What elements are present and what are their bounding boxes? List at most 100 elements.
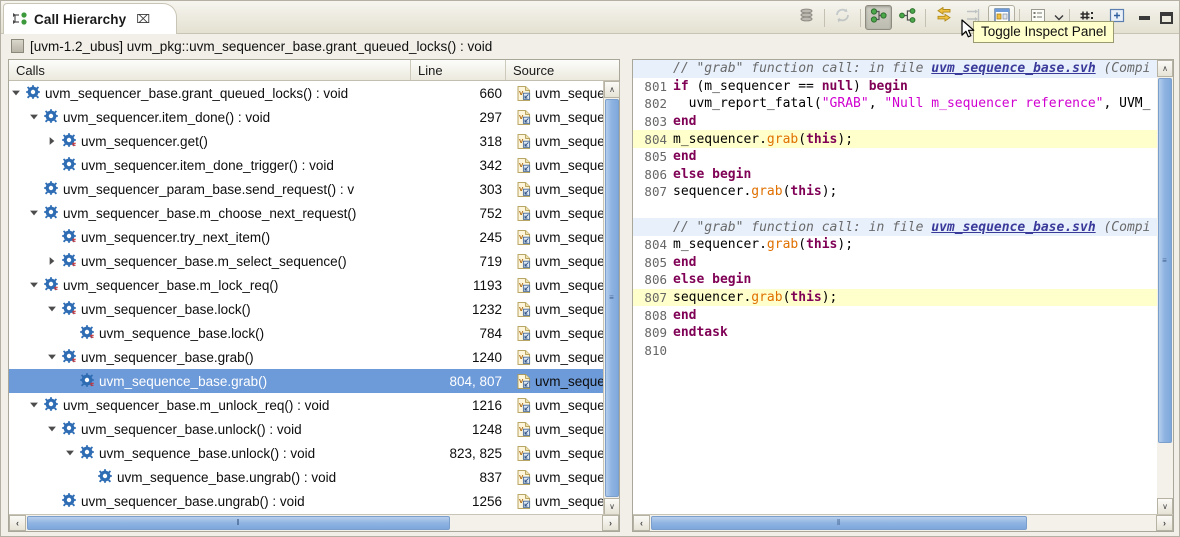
scroll-right-arrow-icon[interactable]: › [602, 515, 619, 531]
call-hierarchy-tree[interactable]: uvm_sequencer_base.grant_queued_locks() … [9, 81, 605, 515]
chevron-down-icon[interactable] [26, 201, 42, 225]
source-file-name: uvm_seque [535, 301, 605, 317]
code-vscroll-thumb[interactable]: ≡ [1158, 78, 1172, 443]
source-file-icon: V [517, 325, 531, 341]
table-row[interactable]: uvm_sequence_base.grab() 804, 807 Vuvm_seq… [9, 369, 605, 393]
tree-item-source: Vuvm_seque [517, 129, 605, 153]
source-file-icon: V [517, 349, 531, 365]
close-icon[interactable]: ⌧ [136, 13, 150, 25]
code-line[interactable]: 802 uvm_report_fatal("GRAB", "Null m_seq… [633, 95, 1158, 113]
line-number: 804 [644, 131, 667, 147]
tree-item-source: Vuvm_seque [517, 489, 605, 513]
call-hierarchy-icon [12, 11, 28, 27]
inspect-code-area[interactable]: // "grab" function call: in file uvm_seq… [633, 60, 1158, 515]
scroll-up-arrow-icon[interactable]: ∧ [604, 81, 620, 98]
tree-item-line: 303 [479, 181, 502, 197]
table-row[interactable]: uvm_sequencer_base.m_unlock_req() : void… [9, 393, 605, 417]
chevron-right-icon[interactable] [44, 129, 60, 153]
toolbar-separator-3 [925, 8, 926, 27]
column-header-source[interactable]: Source [506, 60, 604, 80]
call-hierarchy-view: Call Hierarchy ⌧ [uvm-1.2_ubus] uvm_pkg:… [0, 0, 1180, 537]
chevron-down-icon[interactable] [44, 345, 60, 369]
code-line[interactable]: 806 else begin [633, 271, 1158, 289]
tree-item-label: uvm_sequencer_base.grab() [81, 349, 254, 365]
code-line[interactable]: 807 sequencer.grab(this); [633, 183, 1158, 201]
scroll-down-arrow-icon[interactable]: ∨ [604, 498, 620, 515]
table-row[interactable]: uvm_sequencer_base.m_choose_next_request… [9, 201, 605, 225]
table-row[interactable]: uvm_sequence_base.unlock() : void 823, 82… [9, 441, 605, 465]
code-line[interactable]: 801 if (m_sequencer == null) begin [633, 78, 1158, 96]
code-line[interactable]: 805 end [633, 148, 1158, 166]
column-header-line[interactable]: Line [411, 60, 506, 80]
table-row[interactable]: uvm_sequencer_base.m_lock_req() 1193 Vuvm_… [9, 273, 605, 297]
table-row[interactable]: uvm_sequencer_base.grant_queued_locks() … [9, 81, 605, 105]
column-header-calls[interactable]: Calls [9, 60, 411, 80]
chevron-down-icon[interactable] [26, 273, 42, 297]
table-row[interactable]: uvm_sequencer_base.grab() 1240 Vuvm_seque [9, 345, 605, 369]
source-file-link[interactable]: uvm_sequence_base.svh [931, 61, 1095, 76]
tree-item-label: uvm_sequence_base.lock() [99, 325, 265, 341]
table-row[interactable]: uvm_sequence_base.lock() 784 Vuvm_seque [9, 321, 605, 345]
toolbar-separator-1 [824, 8, 825, 27]
scroll-right-arrow-icon[interactable]: › [1156, 515, 1173, 531]
scroll-left-arrow-icon[interactable]: ‹ [9, 515, 26, 531]
source-file-icon: V [517, 301, 531, 317]
comment-suffix: (Compi [1095, 61, 1151, 77]
show-callees-button[interactable] [894, 5, 921, 30]
chevron-down-icon[interactable] [62, 441, 78, 465]
line-number: 802 [644, 96, 667, 112]
tree-vertical-scrollbar[interactable]: ∧ ≡ ∨ [603, 81, 620, 515]
code-vertical-scrollbar[interactable]: ∧ ≡ ∨ [1157, 60, 1173, 515]
code-line[interactable]: 810 [633, 342, 1158, 360]
chevron-down-icon[interactable] [44, 297, 60, 321]
method-task-icon [62, 133, 77, 148]
table-row[interactable]: uvm_sequence_base.ungrab() : void 837 Vuvm… [9, 465, 605, 489]
table-row[interactable]: uvm_sequencer.try_next_item() 245 Vuvm_seq… [9, 225, 605, 249]
tree-item-line: 804, 807 [449, 373, 502, 389]
code-line[interactable]: 807 sequencer.grab(this); [633, 288, 1158, 307]
code-line[interactable]: 806 else begin [633, 166, 1158, 184]
scroll-left-arrow-icon[interactable]: ‹ [633, 515, 650, 531]
tree-item-line: 318 [479, 133, 502, 149]
table-row[interactable]: uvm_sequencer_base.unlock() : void 1248 Vu… [9, 417, 605, 441]
table-row[interactable]: uvm_sequencer.get() 318 Vuvm_seque [9, 129, 605, 153]
chevron-down-icon[interactable] [26, 393, 42, 417]
code-line[interactable]: 809 endtask [633, 324, 1158, 342]
table-row[interactable]: uvm_sequencer_param_base.send_request() … [9, 177, 605, 201]
code-line[interactable]: 803 end [633, 113, 1158, 131]
tree-vscroll-thumb[interactable]: ≡ [605, 99, 619, 497]
tree-hscroll-thumb[interactable]: ‖ [27, 516, 450, 530]
table-row[interactable]: uvm_sequencer_base.ungrab() : void 1256 Vu… [9, 489, 605, 513]
previous-hierarchy-button[interactable] [930, 5, 957, 30]
minimize-icon[interactable] [1139, 15, 1150, 20]
tree-item-label: uvm_sequencer_base.grant_queued_locks() … [45, 85, 349, 101]
table-row[interactable]: uvm_sequencer.item_done_trigger() : void… [9, 153, 605, 177]
chevron-down-icon[interactable] [26, 105, 42, 129]
show-callers-button[interactable] [865, 5, 892, 30]
chevron-down-icon[interactable] [44, 417, 60, 441]
code-line[interactable]: 804 m_sequencer.grab(this); [633, 130, 1158, 148]
code-line[interactable]: 804 m_sequencer.grab(this); [633, 236, 1158, 254]
scroll-up-arrow-icon[interactable]: ∧ [1157, 60, 1173, 77]
tree-item-line: 1193 [472, 277, 502, 293]
table-row[interactable]: uvm_sequencer_base.m_select_sequence() 71… [9, 249, 605, 273]
tree-item-line: 837 [479, 469, 502, 485]
tree-item-label: uvm_sequence_base.grab() [99, 373, 268, 389]
maximize-icon[interactable] [1160, 11, 1173, 24]
source-file-name: uvm_seque [535, 349, 605, 365]
chevron-right-icon[interactable] [44, 249, 60, 273]
scroll-down-arrow-icon[interactable]: ∨ [1157, 498, 1173, 515]
source-file-link[interactable]: uvm_sequence_base.svh [931, 220, 1095, 235]
source-file-name: uvm_seque [535, 421, 605, 437]
code-line[interactable]: 808 end [633, 306, 1158, 324]
code-hscroll-thumb[interactable]: ‖ [651, 516, 1027, 530]
code-line[interactable]: 805 end [633, 254, 1158, 272]
tab-call-hierarchy[interactable]: Call Hierarchy ⌧ [3, 3, 178, 34]
chevron-down-icon[interactable] [9, 81, 24, 105]
tree-horizontal-scrollbar[interactable]: ‹ ‖ › [9, 514, 619, 531]
collapse-all-button[interactable] [793, 5, 820, 30]
code-horizontal-scrollbar[interactable]: ‹ ‖ › [633, 514, 1173, 531]
table-row[interactable]: uvm_sequencer_base.lock() 1232 Vuvm_seque [9, 297, 605, 321]
table-row[interactable]: uvm_sequencer.item_done() : void 297 Vuvm_… [9, 105, 605, 129]
refresh-button[interactable] [829, 5, 856, 30]
